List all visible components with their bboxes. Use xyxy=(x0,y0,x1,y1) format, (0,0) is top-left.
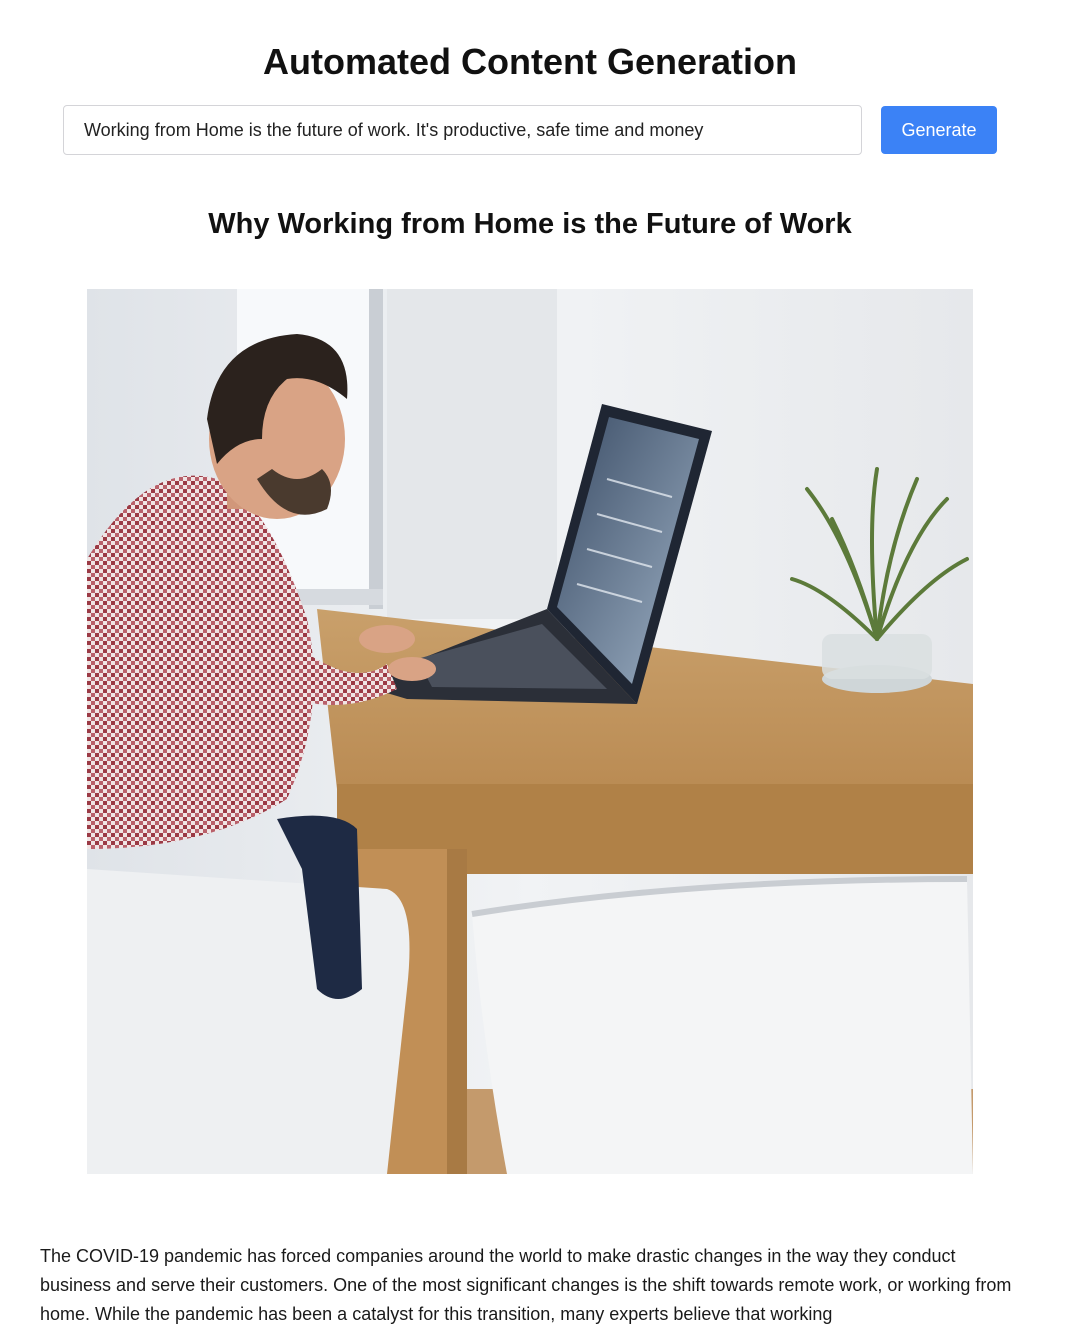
article-title: Why Working from Home is the Future of W… xyxy=(208,208,852,240)
article-body: The COVID-19 pandemic has forced compani… xyxy=(40,1246,1012,1324)
article-image-illustration xyxy=(87,289,973,1174)
article-image xyxy=(87,289,973,1174)
prompt-input[interactable] xyxy=(63,105,862,155)
page: Automated Content Generation Generate Wh… xyxy=(0,0,1077,1329)
generate-button[interactable]: Generate xyxy=(881,106,997,154)
page-title: Automated Content Generation xyxy=(262,41,797,82)
